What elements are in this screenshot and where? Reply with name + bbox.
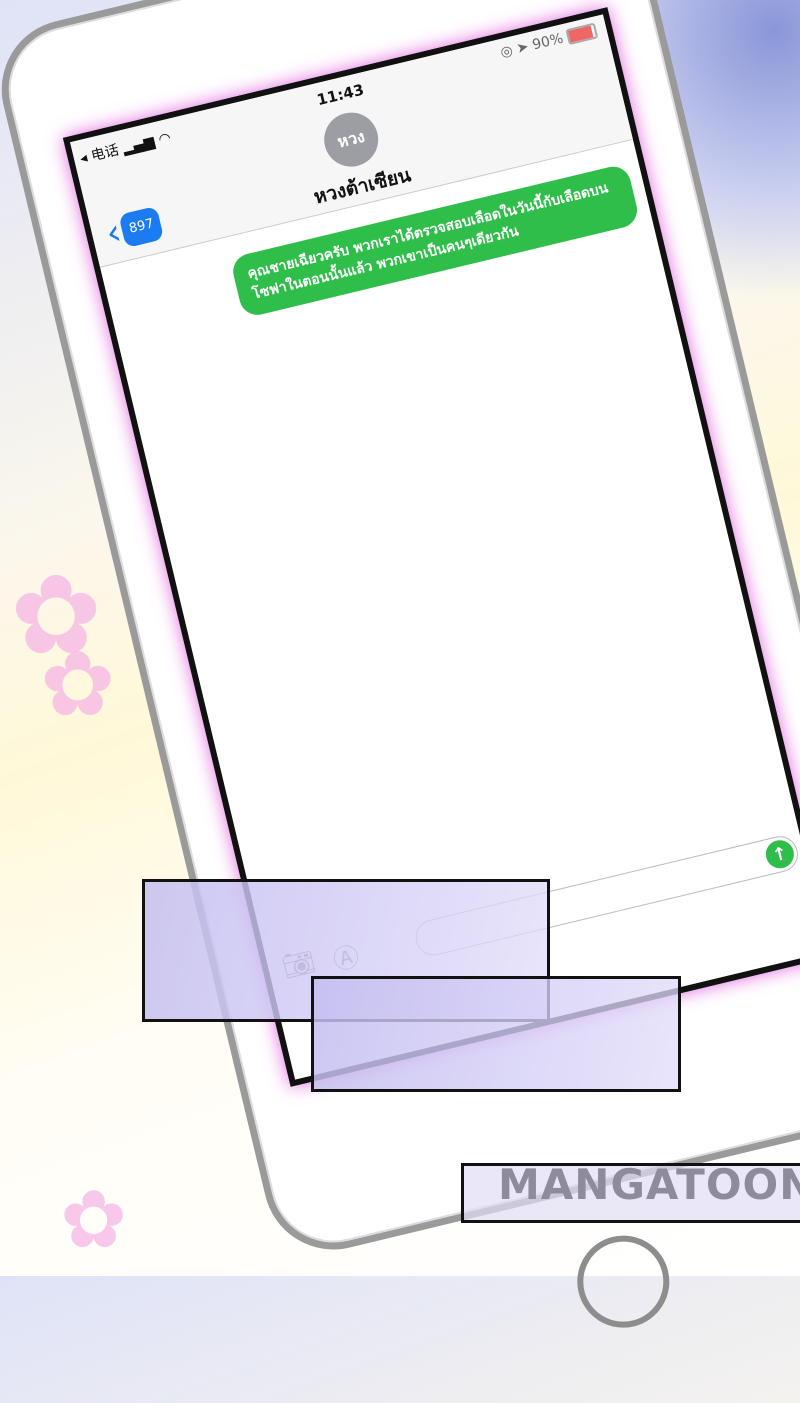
- arrow-up-icon[interactable]: ↑: [762, 837, 797, 872]
- overlay-panel: [311, 976, 681, 1092]
- avatar[interactable]: หวง: [318, 107, 384, 173]
- watermark-logo: MANGATOON: [498, 1160, 800, 1209]
- lock-rotation-icon: ◎: [498, 42, 515, 62]
- home-button[interactable]: [567, 1226, 679, 1338]
- location-icon: ➤: [515, 38, 531, 58]
- clover-decoration: ✿: [60, 1173, 128, 1266]
- clover-decoration: ✿: [40, 632, 116, 737]
